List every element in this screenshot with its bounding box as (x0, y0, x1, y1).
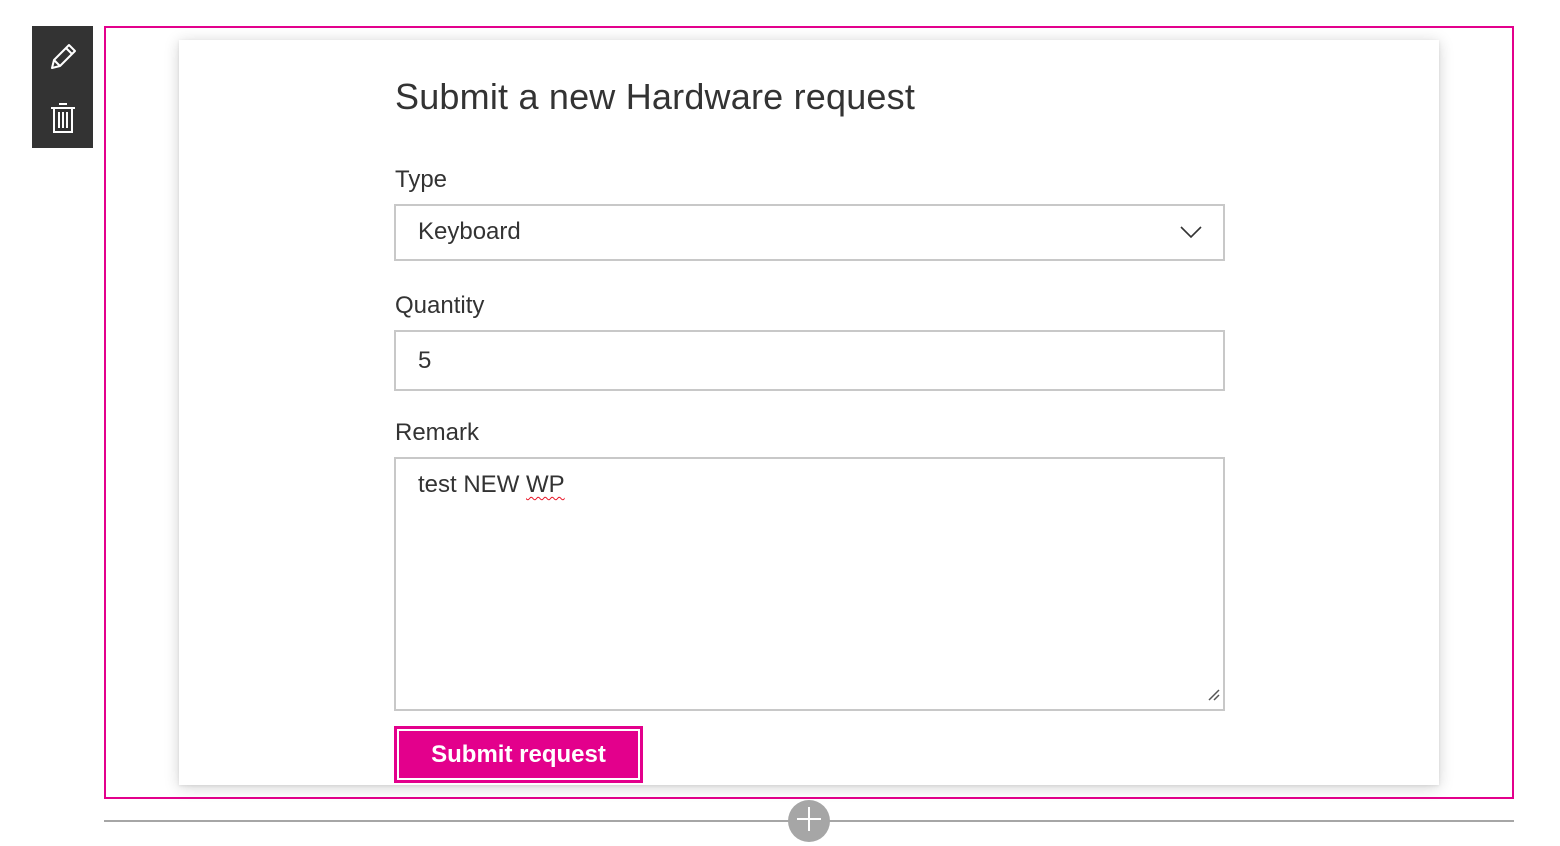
type-selected-value: Keyboard (418, 218, 521, 245)
trash-icon (48, 101, 78, 135)
delete-webpart-button[interactable] (32, 87, 93, 148)
quantity-value: 5 (418, 347, 432, 374)
chevron-down-icon (1179, 222, 1203, 247)
remark-text: test NEW (418, 471, 527, 498)
remark-label: Remark (395, 419, 480, 446)
submit-request-label: Submit request (431, 740, 606, 768)
hardware-request-card: Submit a new Hardware request Type Keybo… (179, 40, 1439, 785)
resize-handle-icon[interactable] (1205, 686, 1221, 707)
pencil-icon (46, 40, 80, 74)
type-label: Type (395, 166, 448, 193)
plus-icon (794, 804, 824, 839)
submit-request-button[interactable]: Submit request (394, 726, 643, 783)
edit-webpart-button[interactable] (32, 26, 93, 87)
remark-textarea[interactable]: test NEW WP (394, 457, 1225, 711)
spellcheck-flagged-word: WP (526, 471, 565, 498)
quantity-field[interactable]: 5 (394, 330, 1225, 391)
webpart-toolbar (32, 26, 93, 148)
page-title: Submit a new Hardware request (395, 76, 916, 117)
add-section-button[interactable] (788, 800, 830, 842)
quantity-label: Quantity (395, 292, 485, 319)
type-dropdown[interactable]: Keyboard (394, 204, 1225, 261)
remark-value: test NEW WP (418, 471, 565, 499)
